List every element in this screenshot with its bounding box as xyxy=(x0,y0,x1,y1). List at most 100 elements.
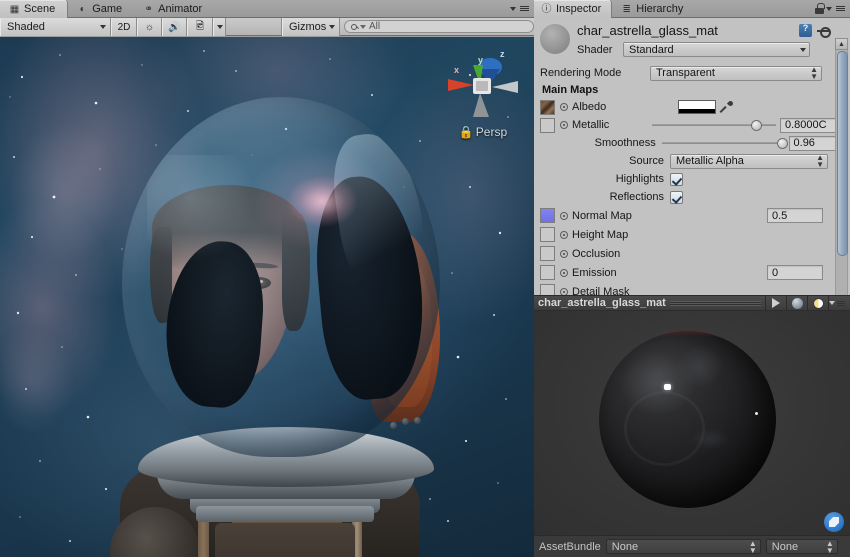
helmet-glass-dome xyxy=(122,97,440,457)
scene-viewport[interactable]: x y z 🔒Persp xyxy=(0,37,534,557)
preview-play-button[interactable] xyxy=(765,296,786,310)
chevron-down-icon[interactable] xyxy=(826,7,832,11)
smoothness-slider[interactable] xyxy=(662,136,785,150)
property-row-source: Source Metallic Alpha ▲▼ xyxy=(534,152,850,170)
2d-toggle-label: 2D xyxy=(118,22,131,33)
assetbundle-name-dropdown[interactable]: None ▲▼ xyxy=(606,539,761,554)
detail-mask-texture-slot[interactable] xyxy=(540,284,555,295)
tab-scene[interactable]: ▦ Scene xyxy=(0,0,68,18)
emission-texture-slot[interactable] xyxy=(540,265,555,280)
preview-options-button[interactable] xyxy=(828,296,846,310)
smoothness-label: Smoothness xyxy=(540,137,662,149)
list-icon: ≣ xyxy=(621,1,632,18)
toolbar-spacer xyxy=(226,18,282,35)
rendering-mode-row: Rendering Mode Transparent ▲▼ xyxy=(534,64,850,82)
tab-animator[interactable]: ⚭ Animator xyxy=(134,0,214,18)
updown-icon: ▲▼ xyxy=(749,540,757,554)
emission-value-field[interactable]: 0 xyxy=(767,265,823,280)
gizmos-dropdown[interactable]: Gizmos xyxy=(282,18,340,36)
property-row-emission: Emission 0 xyxy=(534,263,850,282)
chevron-down-icon[interactable] xyxy=(510,7,516,11)
draw-mode-dropdown[interactable]: Shaded xyxy=(0,18,111,36)
search-icon xyxy=(351,24,357,30)
gizmos-label: Gizmos xyxy=(289,21,326,33)
source-value: Metallic Alpha xyxy=(676,155,744,167)
detail-mask-toggle-icon[interactable] xyxy=(560,288,568,296)
inspector-tabbar: ⓘ Inspector ≣ Hierarchy xyxy=(534,0,850,18)
material-header-icons xyxy=(799,24,830,37)
inspector-scrollbar[interactable]: ▲ ▼ xyxy=(835,38,848,295)
gear-icon[interactable] xyxy=(817,24,830,37)
updown-icon: ▲▼ xyxy=(816,154,824,168)
scene-search-input[interactable]: All xyxy=(344,20,534,33)
scene-tabbar-controls xyxy=(510,2,531,15)
source-dropdown[interactable]: Metallic Alpha ▲▼ xyxy=(670,154,828,169)
shader-label: Shader xyxy=(577,44,623,56)
scene-view-gizmo[interactable]: x y z 🔒Persp xyxy=(440,41,526,141)
normal-map-label: Normal Map xyxy=(572,210,767,222)
reflections-checkbox[interactable] xyxy=(670,191,683,204)
asset-label-button[interactable] xyxy=(824,512,844,532)
emission-toggle-icon[interactable] xyxy=(560,269,568,277)
shader-value: Standard xyxy=(629,44,674,56)
chevron-down-icon xyxy=(329,25,335,29)
metallic-toggle-icon[interactable] xyxy=(560,121,568,129)
lock-icon[interactable] xyxy=(815,3,824,14)
tab-inspector[interactable]: ⓘ Inspector xyxy=(534,0,612,18)
shader-dropdown[interactable]: Standard xyxy=(623,42,810,57)
occlusion-toggle-icon[interactable] xyxy=(560,250,568,258)
emission-label: Emission xyxy=(572,267,767,279)
metallic-texture-slot[interactable] xyxy=(540,118,555,133)
scroll-up-arrow[interactable]: ▲ xyxy=(835,38,848,50)
tag-icon xyxy=(829,517,839,527)
tab-scene-label: Scene xyxy=(24,1,55,18)
scene-lighting-toggle[interactable]: ☼ xyxy=(137,18,162,36)
normal-map-toggle-icon[interactable] xyxy=(560,212,568,220)
scene-toolbar: Shaded 2D ☼ 🔊 🖻 Gizmos xyxy=(0,18,534,36)
tab-game[interactable]: ◐ Game xyxy=(68,0,134,18)
assetbundle-variant-dropdown[interactable]: None ▲▼ xyxy=(766,539,838,554)
height-map-texture-slot[interactable] xyxy=(540,227,555,242)
metallic-slider[interactable] xyxy=(652,118,776,132)
occlusion-texture-slot[interactable] xyxy=(540,246,555,261)
metallic-value-field[interactable]: 0.8000C xyxy=(780,118,836,133)
lock-icon: 🔒 xyxy=(459,125,474,139)
rendering-mode-dropdown[interactable]: Transparent ▲▼ xyxy=(650,66,822,81)
preview-lighting-button[interactable] xyxy=(807,296,828,310)
image-icon: 🖻 xyxy=(196,19,204,36)
preview-shape-button[interactable] xyxy=(786,296,807,310)
assetbundle-label: AssetBundle xyxy=(539,541,601,553)
animator-icon: ⚭ xyxy=(143,1,154,18)
albedo-color-swatch[interactable] xyxy=(678,100,716,114)
search-filter-icon xyxy=(360,25,366,29)
preview-menu-icon xyxy=(837,297,846,310)
scene-audio-toggle[interactable]: 🔊 xyxy=(162,18,187,36)
albedo-toggle-icon[interactable] xyxy=(560,103,568,111)
albedo-texture-slot[interactable] xyxy=(540,100,555,115)
normal-map-value-field[interactable]: 0.5 xyxy=(767,208,823,223)
scene-fx-button[interactable]: 🖻 xyxy=(187,18,213,36)
gizmo-projection-label[interactable]: 🔒Persp xyxy=(440,125,526,139)
inspector-menu-icon[interactable] xyxy=(834,2,847,15)
2d-toggle-button[interactable]: 2D xyxy=(111,18,137,36)
highlights-checkbox[interactable] xyxy=(670,173,683,186)
height-map-toggle-icon[interactable] xyxy=(560,231,568,239)
visor-reflection-left xyxy=(161,238,268,410)
tab-animator-label: Animator xyxy=(158,1,202,18)
persp-label: Persp xyxy=(476,125,507,139)
tab-hierarchy[interactable]: ≣ Hierarchy xyxy=(612,0,695,18)
preview-sphere xyxy=(599,331,776,508)
preview-viewport[interactable] xyxy=(534,311,850,535)
scene-fx-dropdown[interactable] xyxy=(213,18,226,36)
scene-tabbar: ▦ Scene ◐ Game ⚭ Animator xyxy=(0,0,534,18)
scrollbar-track[interactable] xyxy=(835,50,848,295)
eyedropper-icon[interactable] xyxy=(720,101,733,114)
preview-drag-handle[interactable] xyxy=(670,301,761,306)
help-book-icon[interactable] xyxy=(799,24,812,37)
normal-map-texture-slot[interactable] xyxy=(540,208,555,223)
scrollbar-thumb[interactable] xyxy=(837,51,848,256)
sun-icon: ☼ xyxy=(145,22,154,33)
material-preview-thumbnail xyxy=(540,24,570,54)
scene-menu-icon[interactable] xyxy=(518,2,531,15)
svg-text:z: z xyxy=(500,49,505,59)
